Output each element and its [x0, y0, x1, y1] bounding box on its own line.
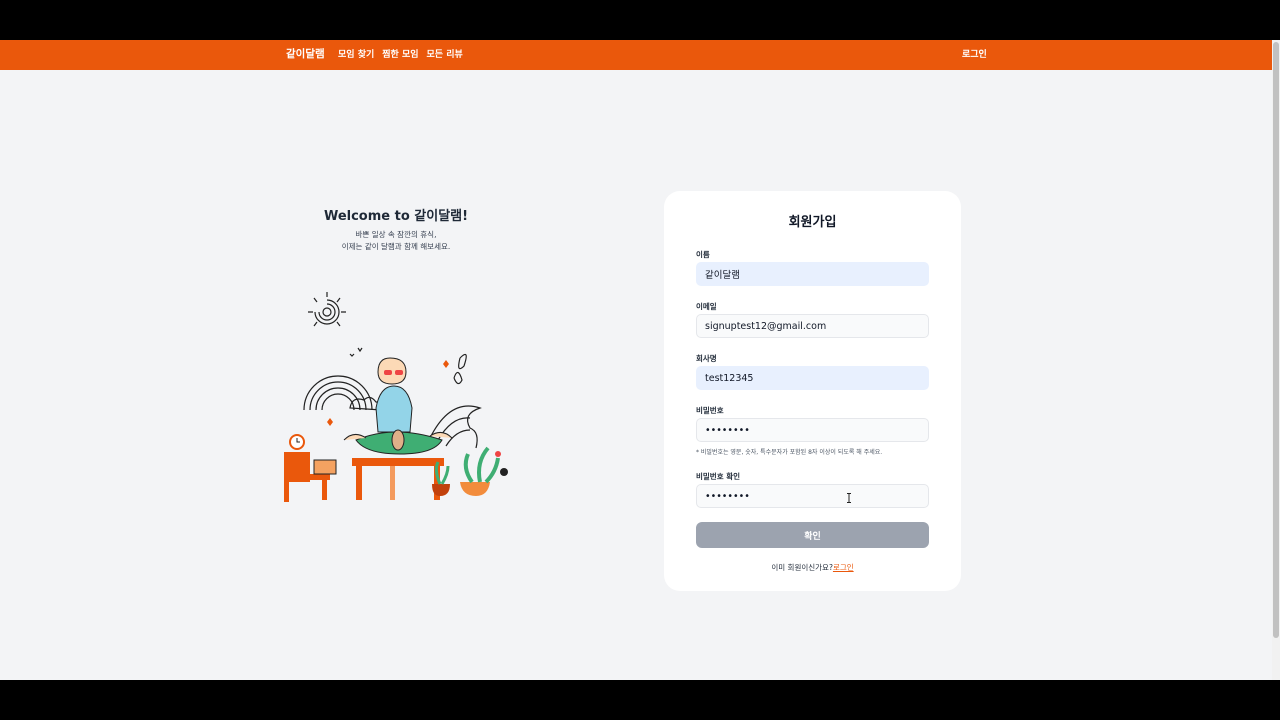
password-confirm-input[interactable]: •••••••• — [696, 484, 929, 508]
browser-viewport: 같이달램 모임 찾기 찜한 모임 모든 리뷰 로그인 Welcome to 같이… — [0, 40, 1272, 680]
email-label: 이메일 — [696, 302, 717, 311]
nav-login-link[interactable]: 로그인 — [962, 47, 987, 60]
welcome-section: Welcome to 같이달램! 바쁜 일상 속 잠깐의 휴식, 이제는 같이 … — [282, 205, 510, 253]
global-nav-bar: 같이달램 모임 찾기 찜한 모임 모든 리뷰 로그인 — [0, 40, 1272, 70]
password-label: 비밀번호 — [696, 406, 724, 415]
company-label: 회사명 — [696, 354, 717, 363]
nav-item-favorites[interactable]: 찜한 모임 — [382, 47, 418, 60]
scrollbar-thumb[interactable] — [1273, 42, 1279, 638]
login-prompt-question: 이미 회원이신가요? — [771, 563, 833, 572]
welcome-line-2: 이제는 같이 달램과 함께 해보세요. — [341, 242, 451, 251]
text-cursor-icon — [847, 493, 851, 503]
logo[interactable]: 같이달램 — [286, 46, 325, 61]
welcome-description: 바쁜 일상 속 잠깐의 휴식, 이제는 같이 달램과 함께 해보세요. — [282, 229, 510, 253]
welcome-title: Welcome to 같이달램! — [323, 209, 469, 224]
welcome-line-1: 바쁜 일상 속 잠깐의 휴식, — [355, 230, 437, 239]
email-input[interactable]: signuptest12@gmail.com — [696, 314, 929, 338]
company-input[interactable]: test12345 — [696, 366, 929, 390]
name-label: 이름 — [696, 250, 710, 259]
login-prompt: 이미 회원이신가요?로그인 — [664, 562, 961, 573]
meditation-illustration — [284, 292, 508, 502]
name-input[interactable]: 같이달램 — [696, 262, 929, 286]
nav-item-all-reviews[interactable]: 모든 리뷰 — [427, 47, 463, 60]
password-input[interactable]: •••••••• — [696, 418, 929, 442]
signup-card: 회원가입 이름 같이달램 이메일 signuptest12@gmail.com … — [664, 191, 961, 591]
scrollbar[interactable] — [1272, 40, 1280, 680]
signup-title: 회원가입 — [788, 215, 837, 230]
login-link[interactable]: 로그인 — [833, 563, 854, 572]
submit-button[interactable]: 확인 — [696, 522, 929, 548]
nav-item-find-gatherings[interactable]: 모임 찾기 — [338, 47, 374, 60]
password-confirm-label: 비밀번호 확인 — [696, 472, 741, 481]
password-hint: * 비밀번호는 영문, 숫자, 특수문자가 포함된 8자 이상이 되도록 해 주… — [696, 449, 883, 456]
nav-menu: 모임 찾기 찜한 모임 모든 리뷰 — [338, 47, 463, 60]
